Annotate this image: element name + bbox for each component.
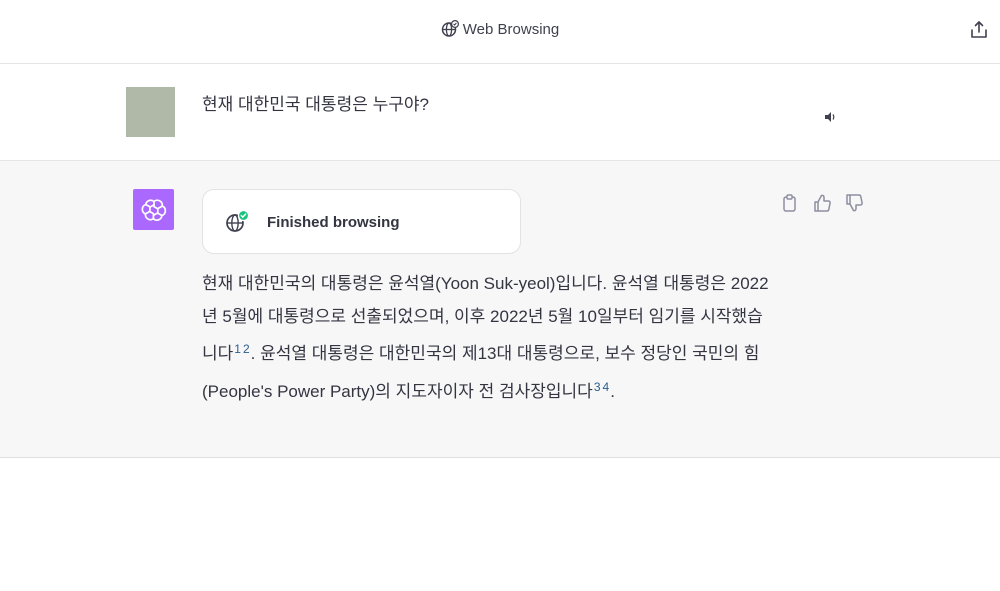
openai-logo-icon	[141, 198, 166, 221]
citation-link[interactable]: 3	[593, 380, 602, 394]
speaker-button[interactable]	[823, 110, 839, 124]
page-title-text: Web Browsing	[462, 21, 560, 38]
assistant-answer: 현재 대한민국의 대통령은 윤석열(Yoon Suk-yeol)입니다. 윤석열…	[202, 268, 772, 408]
assistant-message-row: Finished browsing 현재 대한민국의 대통령은 윤석열(Yoon…	[0, 161, 1000, 458]
browsing-status-card[interactable]: Finished browsing	[202, 189, 521, 254]
page-title: Web Browsing	[0, 19, 1000, 40]
like-button[interactable]	[812, 193, 832, 213]
speaker-icon	[825, 112, 835, 122]
clipboard-icon	[783, 194, 796, 212]
citation-link[interactable]: 4	[602, 380, 611, 394]
answer-paragraph: 현재 대한민국의 대통령은 윤석열(Yoon Suk-yeol)입니다. 윤석열…	[202, 268, 772, 408]
copy-button[interactable]	[780, 193, 800, 213]
top-bar: Web Browsing	[0, 0, 1000, 64]
assistant-avatar	[133, 189, 174, 230]
thumbs-up-icon	[814, 194, 831, 212]
answer-text: .	[610, 381, 615, 401]
thumbs-down-icon	[846, 194, 863, 212]
dislike-button[interactable]	[844, 193, 864, 213]
user-avatar	[126, 87, 175, 137]
user-message-row: 현재 대한민국 대통령은 누구야?	[0, 64, 1000, 161]
citation-link[interactable]: 1	[233, 342, 242, 356]
user-message-text: 현재 대한민국 대통령은 누구야?	[202, 95, 429, 114]
share-icon	[971, 21, 987, 38]
share-button[interactable]	[968, 19, 990, 41]
message-actions	[780, 193, 870, 215]
answer-text: . 윤석열 대통령은 대한민국의 제13대 대통령으로, 보수 정당인 국민의 …	[202, 344, 760, 401]
citation-link[interactable]: 2	[242, 342, 251, 356]
globe-icon	[441, 19, 459, 38]
globe-check-icon	[225, 209, 250, 234]
browsing-status-label: Finished browsing	[267, 214, 400, 231]
